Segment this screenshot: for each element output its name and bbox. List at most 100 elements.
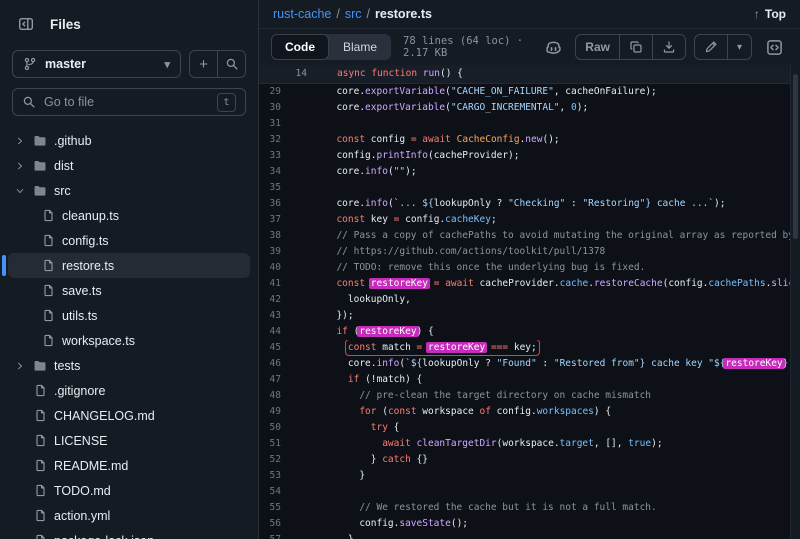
line-number[interactable]: 33 <box>259 148 281 164</box>
scrollbar-thumb[interactable] <box>793 74 798 239</box>
code-line: 30 core.exportVariable("CARGO_INCREMENTA… <box>259 100 800 116</box>
tree-item-label: CHANGELOG.md <box>54 409 155 423</box>
collapse-sidebar-button[interactable] <box>12 10 40 38</box>
line-number: 14 <box>259 66 307 82</box>
raw-button[interactable]: Raw <box>576 35 619 59</box>
tree-item-package-lock.json[interactable]: package-lock.json <box>8 528 250 539</box>
search-match-highlight: restoreKey <box>369 278 430 289</box>
chevron-right-icon <box>14 361 26 371</box>
line-number[interactable]: 29 <box>259 84 281 100</box>
symbols-panel-button[interactable] <box>760 33 788 61</box>
edit-button-group: ▾ <box>694 34 752 60</box>
download-button[interactable] <box>652 35 685 59</box>
tree-item-dist[interactable]: dist <box>8 153 250 178</box>
tree-item-src[interactable]: src <box>8 178 250 203</box>
tree-item-cleanup.ts[interactable]: cleanup.ts <box>8 203 250 228</box>
tree-item-config.ts[interactable]: config.ts <box>8 228 250 253</box>
tree-item-.github[interactable]: .github <box>8 128 250 153</box>
code-line-content: try { <box>281 420 800 436</box>
code-line-content <box>281 116 800 132</box>
line-number[interactable]: 55 <box>259 500 281 516</box>
line-number[interactable]: 39 <box>259 244 281 260</box>
tree-item-.gitignore[interactable]: .gitignore <box>8 378 250 403</box>
search-match-highlight: restoreKey <box>357 326 418 337</box>
code-line-content: // TODO: remove this once the underlying… <box>281 260 800 276</box>
code-line: 29 core.exportVariable("CACHE_ON_FAILURE… <box>259 84 800 100</box>
line-number[interactable]: 35 <box>259 180 281 196</box>
tree-item-README.md[interactable]: README.md <box>8 453 250 478</box>
tree-item-TODO.md[interactable]: TODO.md <box>8 478 250 503</box>
line-number[interactable]: 43 <box>259 308 281 324</box>
branch-row: master ▾ + <box>0 48 258 86</box>
line-number[interactable]: 46 <box>259 356 281 372</box>
code-line-content: if (restoreKey) { <box>281 324 800 340</box>
code-line-content: } <box>281 468 800 484</box>
file-icon <box>32 409 48 422</box>
edit-options-button[interactable]: ▾ <box>727 35 751 59</box>
code-line-content <box>281 180 800 196</box>
tree-item-save.ts[interactable]: save.ts <box>8 278 250 303</box>
line-number[interactable]: 53 <box>259 468 281 484</box>
tree-item-label: save.ts <box>62 284 102 298</box>
code-line-content: const match = restoreKey === key; <box>281 340 800 356</box>
line-number[interactable]: 37 <box>259 212 281 228</box>
code-line-content: core.info(`... ${lookupOnly ? "Checking"… <box>281 196 800 212</box>
new-file-button[interactable]: + <box>190 51 217 77</box>
vertical-scrollbar[interactable] <box>790 64 800 539</box>
code-line: 57 } <box>259 532 800 539</box>
line-number[interactable]: 48 <box>259 388 281 404</box>
line-number[interactable]: 42 <box>259 292 281 308</box>
line-number[interactable]: 31 <box>259 116 281 132</box>
tree-item-CHANGELOG.md[interactable]: CHANGELOG.md <box>8 403 250 428</box>
line-number[interactable]: 32 <box>259 132 281 148</box>
tab-blame[interactable]: Blame <box>329 34 391 60</box>
copilot-button[interactable] <box>539 33 567 61</box>
code-line-content: core.exportVariable("CACHE_ON_FAILURE", … <box>281 84 800 100</box>
line-number[interactable]: 38 <box>259 228 281 244</box>
tree-item-label: package-lock.json <box>54 534 154 539</box>
branch-selector[interactable]: master ▾ <box>12 50 181 78</box>
code-line: 51 await cleanTargetDir(workspace.target… <box>259 436 800 452</box>
tree-item-restore.ts[interactable]: restore.ts <box>8 253 250 278</box>
line-number[interactable]: 47 <box>259 372 281 388</box>
download-icon <box>662 40 676 54</box>
line-number[interactable]: 57 <box>259 532 281 539</box>
file-tree: .github distsrccleanup.ts config.ts restore… <box>0 126 258 539</box>
code-square-icon <box>766 39 783 56</box>
copy-raw-button[interactable] <box>619 35 652 59</box>
tree-item-LICENSE[interactable]: LICENSE <box>8 428 250 453</box>
search-icon <box>22 95 36 109</box>
edit-file-button[interactable] <box>695 35 727 59</box>
line-number[interactable]: 52 <box>259 452 281 468</box>
breadcrumb-repo-link[interactable]: rust-cache <box>273 7 331 21</box>
tree-item-action.yml[interactable]: action.yml <box>8 503 250 528</box>
breadcrumb-dir-link[interactable]: src <box>345 7 362 21</box>
tree-item-utils.ts[interactable]: utils.ts <box>8 303 250 328</box>
line-number[interactable]: 45 <box>259 340 281 356</box>
line-number[interactable]: 50 <box>259 420 281 436</box>
tree-item-workspace.ts[interactable]: workspace.ts <box>8 328 250 353</box>
file-icon <box>40 234 56 247</box>
line-number[interactable]: 40 <box>259 260 281 276</box>
line-number[interactable]: 56 <box>259 516 281 532</box>
line-number[interactable]: 44 <box>259 324 281 340</box>
code-line: 44 if (restoreKey) { <box>259 324 800 340</box>
tree-item-label: config.ts <box>62 234 109 248</box>
back-to-top-link[interactable]: ↑ Top <box>754 7 786 21</box>
shortcut-key-badge: t <box>217 93 236 112</box>
search-tree-button[interactable] <box>217 51 245 77</box>
line-number[interactable]: 34 <box>259 164 281 180</box>
sticky-context-line[interactable]: 14 async function run() { <box>259 65 800 84</box>
go-to-file-input[interactable]: Go to file t <box>12 88 246 116</box>
line-number[interactable]: 36 <box>259 196 281 212</box>
code-line-content: // pre-clean the target directory on cac… <box>281 388 800 404</box>
tab-code[interactable]: Code <box>271 34 329 60</box>
line-number[interactable]: 30 <box>259 100 281 116</box>
line-number[interactable]: 51 <box>259 436 281 452</box>
line-number[interactable]: 41 <box>259 276 281 292</box>
tree-item-label: .github <box>54 134 92 148</box>
breadcrumb: rust-cache / src / restore.ts ↑ Top <box>259 0 800 29</box>
line-number[interactable]: 54 <box>259 484 281 500</box>
tree-item-tests[interactable]: tests <box>8 353 250 378</box>
line-number[interactable]: 49 <box>259 404 281 420</box>
